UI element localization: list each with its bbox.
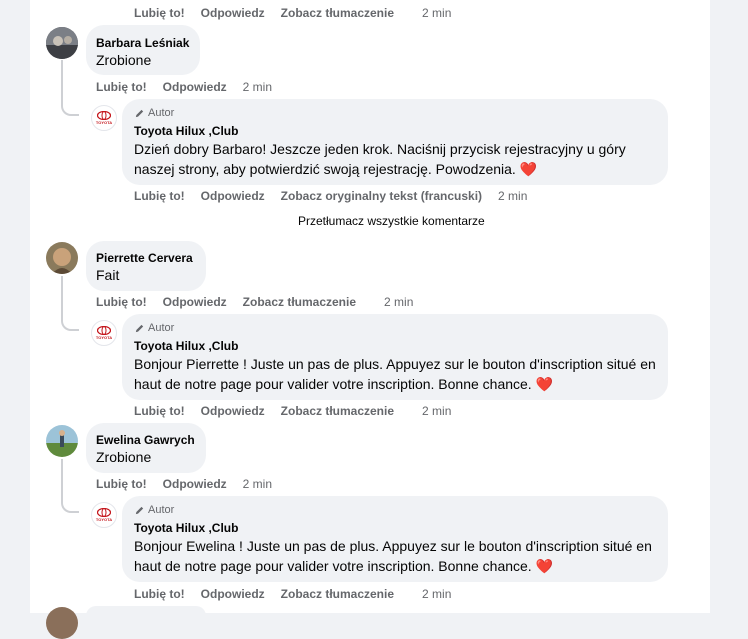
comment-text: Zrobione <box>96 52 152 68</box>
comment-bubble: Ewelina Gawrych Zrobione <box>86 423 206 473</box>
thread-line <box>61 60 63 100</box>
avatar[interactable] <box>46 607 78 639</box>
comment-author[interactable]: Barbara Leśniak <box>96 36 189 50</box>
author-badge: Autor <box>134 504 174 516</box>
see-translation-button[interactable]: Zobacz tłumaczenie <box>281 404 394 418</box>
like-button[interactable]: Lubię to! <box>134 587 185 601</box>
author-badge: Autor <box>134 322 174 334</box>
see-translation-button[interactable]: Zobacz tłumaczenie <box>281 6 394 20</box>
page-logo[interactable]: TOYOTA <box>91 502 117 528</box>
reply-button[interactable]: Odpowiedz <box>201 587 265 601</box>
thread-line <box>61 459 63 497</box>
see-translation-button[interactable]: Zobacz tłumaczenie <box>281 587 394 601</box>
timestamp[interactable]: 2 min <box>410 587 451 601</box>
author-badge-label: Autor <box>148 107 175 119</box>
reply-bubble: Autor Toyota Hilux ,Club Dzień dobry Bar… <box>122 99 668 185</box>
logo-text: TOYOTA <box>95 120 113 125</box>
reply-button[interactable]: Odpowiedz <box>201 189 265 203</box>
reply-text: Bonjour Pierrette ! Juste un pas de plus… <box>134 356 656 392</box>
reply-author[interactable]: Toyota Hilux ,Club <box>134 339 238 353</box>
pencil-icon <box>135 506 144 514</box>
logo-text: TOYOTA <box>95 335 113 340</box>
pencil-icon <box>135 109 144 117</box>
like-button[interactable]: Lubię to! <box>134 6 185 20</box>
comment-actions: Lubię to! Odpowiedz 2 min <box>96 477 272 491</box>
comment-bubble: Barbara Leśniak Zrobione <box>86 25 200 75</box>
comment-actions: Lubię to! Odpowiedz 2 min <box>96 80 272 94</box>
timestamp[interactable]: 2 min <box>372 295 413 309</box>
toyota-logo-icon <box>97 111 111 120</box>
reply-actions: Lubię to! Odpowiedz Zobacz oryginalny te… <box>134 189 527 203</box>
pencil-icon <box>135 324 144 332</box>
reply-author[interactable]: Toyota Hilux ,Club <box>134 124 238 138</box>
reply-actions: Lubię to! Odpowiedz Zobacz tłumaczenie 2… <box>134 587 451 601</box>
thread-line <box>61 276 63 315</box>
thread-connector <box>61 315 79 331</box>
avatar-photo <box>46 425 78 457</box>
timestamp[interactable]: 2 min <box>410 404 451 418</box>
toyota-logo-icon <box>97 508 111 517</box>
timestamp[interactable]: 2 min <box>243 80 272 94</box>
author-badge-label: Autor <box>148 504 175 516</box>
timestamp[interactable]: 2 min <box>498 189 527 203</box>
author-badge-label: Autor <box>148 322 175 334</box>
comment-author[interactable]: Pierrette Cervera <box>96 251 193 265</box>
timestamp[interactable]: 2 min <box>243 477 272 491</box>
reply-button[interactable]: Odpowiedz <box>163 477 227 491</box>
timestamp[interactable]: 2 min <box>410 6 451 20</box>
comment-bubble: Pierrette Cervera Fait <box>86 241 206 291</box>
comment-text: Zrobione <box>96 449 152 465</box>
comment-text: Fait <box>96 267 120 283</box>
thread-connector <box>61 100 79 116</box>
partial-bubble-bottom <box>86 606 206 626</box>
reply-text: Bonjour Ewelina ! Juste un pas de plus. … <box>134 538 652 574</box>
avatar[interactable] <box>46 27 78 59</box>
avatar[interactable] <box>46 242 78 274</box>
reply-bubble: Autor Toyota Hilux ,Club Bonjour Pierret… <box>122 314 668 400</box>
like-button[interactable]: Lubię to! <box>96 477 147 491</box>
author-badge: Autor <box>134 107 174 119</box>
avatar-photo <box>46 27 78 59</box>
logo-text: TOYOTA <box>95 517 113 522</box>
reply-button[interactable]: Odpowiedz <box>201 404 265 418</box>
see-translation-button[interactable]: Zobacz tłumaczenie <box>243 295 356 309</box>
translate-all-button[interactable]: Przetłumacz wszystkie komentarze <box>298 214 485 228</box>
see-original-button[interactable]: Zobacz oryginalny tekst (francuski) <box>281 189 482 203</box>
reply-text: Dzień dobry Barbaro! Jeszcze jeden krok.… <box>134 141 626 177</box>
reply-actions: Lubię to! Odpowiedz Zobacz tłumaczenie 2… <box>134 404 451 418</box>
avatar[interactable] <box>46 425 78 457</box>
top-reply-actions: Lubię to! Odpowiedz Zobacz tłumaczenie 2… <box>134 6 451 20</box>
comment-actions: Lubię to! Odpowiedz Zobacz tłumaczenie 2… <box>96 295 413 309</box>
like-button[interactable]: Lubię to! <box>134 189 185 203</box>
reply-button[interactable]: Odpowiedz <box>163 295 227 309</box>
like-button[interactable]: Lubię to! <box>96 295 147 309</box>
like-button[interactable]: Lubię to! <box>96 80 147 94</box>
page-logo[interactable]: TOYOTA <box>91 320 117 346</box>
page-logo[interactable]: TOYOTA <box>91 105 117 131</box>
comments-panel: Lubię to! Odpowiedz Zobacz tłumaczenie 2… <box>30 0 710 639</box>
reply-button[interactable]: Odpowiedz <box>201 6 265 20</box>
like-button[interactable]: Lubię to! <box>134 404 185 418</box>
comment-author[interactable]: Ewelina Gawrych <box>96 433 195 447</box>
reply-author[interactable]: Toyota Hilux ,Club <box>134 521 238 535</box>
reply-bubble: Autor Toyota Hilux ,Club Bonjour Ewelina… <box>122 496 668 582</box>
thread-connector <box>61 497 79 513</box>
toyota-logo-icon <box>97 326 111 335</box>
avatar-photo <box>46 242 78 274</box>
reply-button[interactable]: Odpowiedz <box>163 80 227 94</box>
